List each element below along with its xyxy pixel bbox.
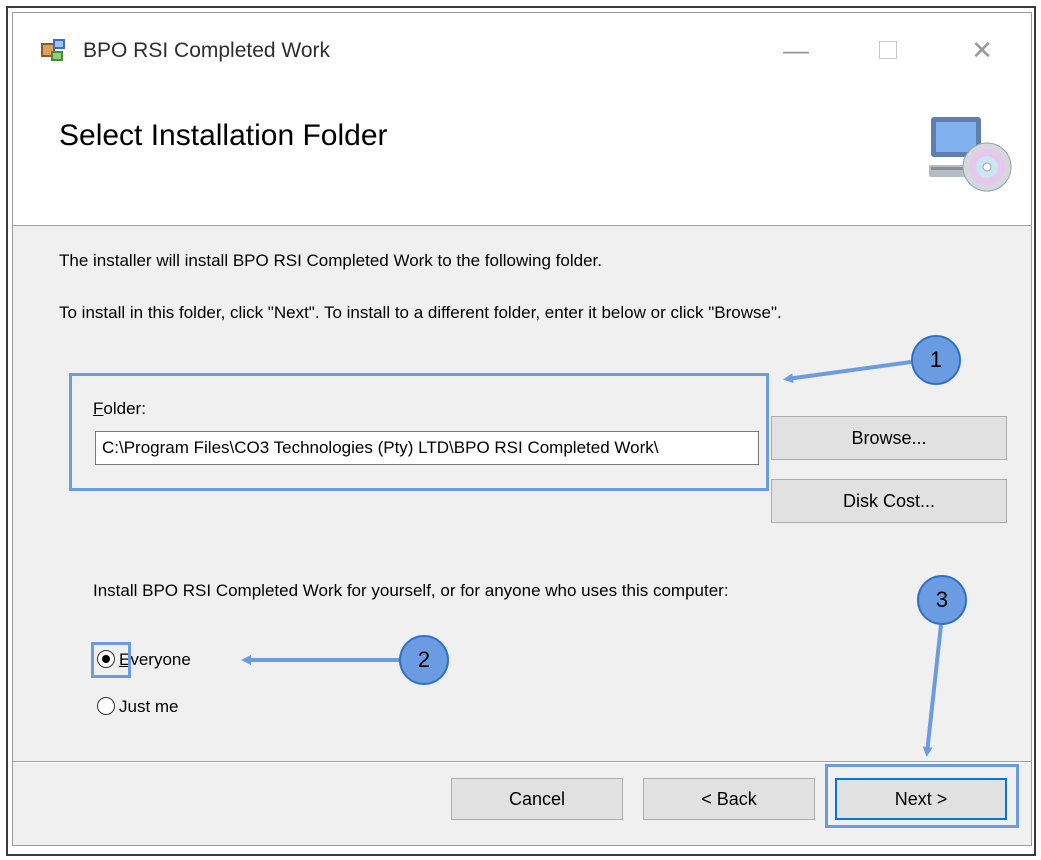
installer-window: BPO RSI Completed Work — ✕ Select Instal… [12,12,1032,846]
disk-cost-button[interactable]: Disk Cost... [771,479,1007,523]
title-bar[interactable]: BPO RSI Completed Work — ✕ [13,13,1031,77]
install-instructions: To install in this folder, click "Next".… [59,303,782,322]
annotation-box-next [825,764,1019,828]
annotation-box-folder [69,373,769,491]
back-button[interactable]: < Back [643,778,815,820]
minimize-button[interactable]: — [773,27,819,73]
browse-button[interactable]: Browse... [771,416,1007,460]
everyone-label-text: veryone [130,650,191,669]
footer-separator-highlight [13,762,1031,763]
page-title: Select Installation Folder [59,119,388,152]
install-scope-prompt: Install BPO RSI Completed Work for yours… [93,581,729,600]
window-title: BPO RSI Completed Work [83,39,331,62]
just-me-radio[interactable] [97,697,115,715]
annotation-badge-2: 2 [399,635,449,685]
computer-cd-icon [929,117,1012,192]
maximize-icon [879,41,897,59]
installer-app-icon [41,39,65,61]
arrow-to-folder [783,360,912,384]
annotation-box-everyone [91,642,131,678]
maximize-button[interactable] [865,27,911,73]
cancel-button[interactable]: Cancel [451,778,623,820]
install-description: The installer will install BPO RSI Compl… [59,251,602,270]
header-banner: Select Installation Folder [13,77,1031,226]
arrow-to-next [922,624,943,757]
annotation-badge-1: 1 [911,335,961,385]
annotation-badge-3: 3 [917,575,967,625]
close-button[interactable]: ✕ [959,27,1005,73]
minimize-icon: — [783,34,809,65]
close-icon: ✕ [971,34,993,65]
just-me-label[interactable]: Just me [119,697,179,717]
